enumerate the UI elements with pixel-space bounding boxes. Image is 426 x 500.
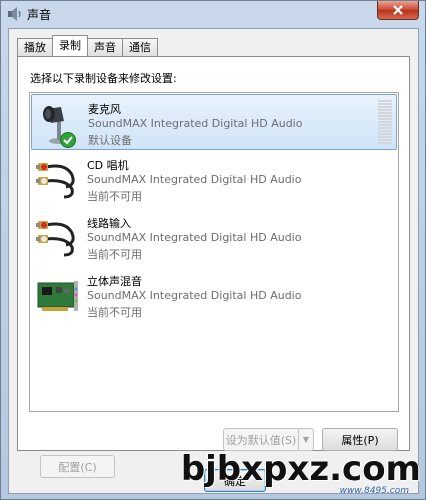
sound-dialog: 声音 播放 录制 声音 通信 选择以下录制设备来修改设置: 麦克风 SoundM…	[0, 0, 426, 500]
set-default-dropdown[interactable]: ▼	[298, 428, 314, 451]
tab-communications[interactable]: 通信	[122, 38, 158, 56]
device-microphone[interactable]: 麦克风 SoundMAX Integrated Digital HD Audio…	[31, 94, 397, 150]
tab-recording[interactable]: 录制	[52, 35, 88, 56]
device-driver: SoundMAX Integrated Digital HD Audio	[87, 231, 302, 244]
tab-sounds[interactable]: 声音	[87, 38, 123, 56]
device-status: 当前不可用	[87, 248, 142, 261]
device-driver: SoundMAX Integrated Digital HD Audio	[87, 289, 302, 302]
chevron-down-icon: ▼	[302, 435, 310, 444]
close-button[interactable]	[377, 1, 419, 20]
device-status: 当前不可用	[87, 306, 142, 319]
tab-strip: 播放 录制 声音 通信	[17, 35, 158, 57]
device-name: 立体声混音	[87, 275, 142, 288]
close-icon	[393, 5, 403, 15]
configure-button[interactable]: 配置(C)	[40, 455, 115, 478]
device-driver: SoundMAX Integrated Digital HD Audio	[88, 117, 303, 130]
speaker-icon	[8, 7, 21, 21]
device-name: CD 唱机	[87, 159, 129, 172]
instruction-text: 选择以下录制设备来修改设置:	[30, 72, 177, 85]
recording-panel: 选择以下录制设备来修改设置: 麦克风 SoundMAX Integrated D…	[17, 56, 410, 478]
device-list[interactable]: 麦克风 SoundMAX Integrated Digital HD Audio…	[29, 92, 399, 412]
device-stereo-mix[interactable]: 立体声混音 SoundMAX Integrated Digital HD Aud…	[31, 267, 397, 323]
input-level-meter	[378, 100, 392, 144]
set-default-button[interactable]: 设为默认值(S)	[223, 428, 299, 451]
device-status: 当前不可用	[87, 190, 142, 203]
rca-cable-icon	[36, 163, 75, 199]
device-name: 麦克风	[88, 103, 121, 116]
device-name: 线路输入	[87, 217, 131, 230]
window-title: 声音	[27, 8, 52, 22]
tab-playback[interactable]: 播放	[17, 38, 53, 56]
device-line-in[interactable]: 线路输入 SoundMAX Integrated Digital HD Audi…	[31, 209, 397, 265]
properties-button[interactable]: 属性(P)	[322, 428, 398, 451]
watermark: bjbxpxz.com	[180, 449, 421, 489]
title-bar[interactable]: 声音	[1, 1, 425, 27]
device-status: 默认设备	[88, 134, 132, 147]
watermark-sub: www.8495.com	[339, 486, 409, 496]
sound-card-icon	[37, 281, 78, 311]
rca-cable-icon	[36, 221, 75, 257]
default-check-icon	[60, 132, 76, 148]
device-cd-player[interactable]: CD 唱机 SoundMAX Integrated Digital HD Aud…	[31, 151, 397, 207]
dialog-body: 播放 录制 声音 通信 选择以下录制设备来修改设置: 麦克风 SoundMAX …	[8, 28, 419, 494]
device-driver: SoundMAX Integrated Digital HD Audio	[87, 173, 302, 186]
